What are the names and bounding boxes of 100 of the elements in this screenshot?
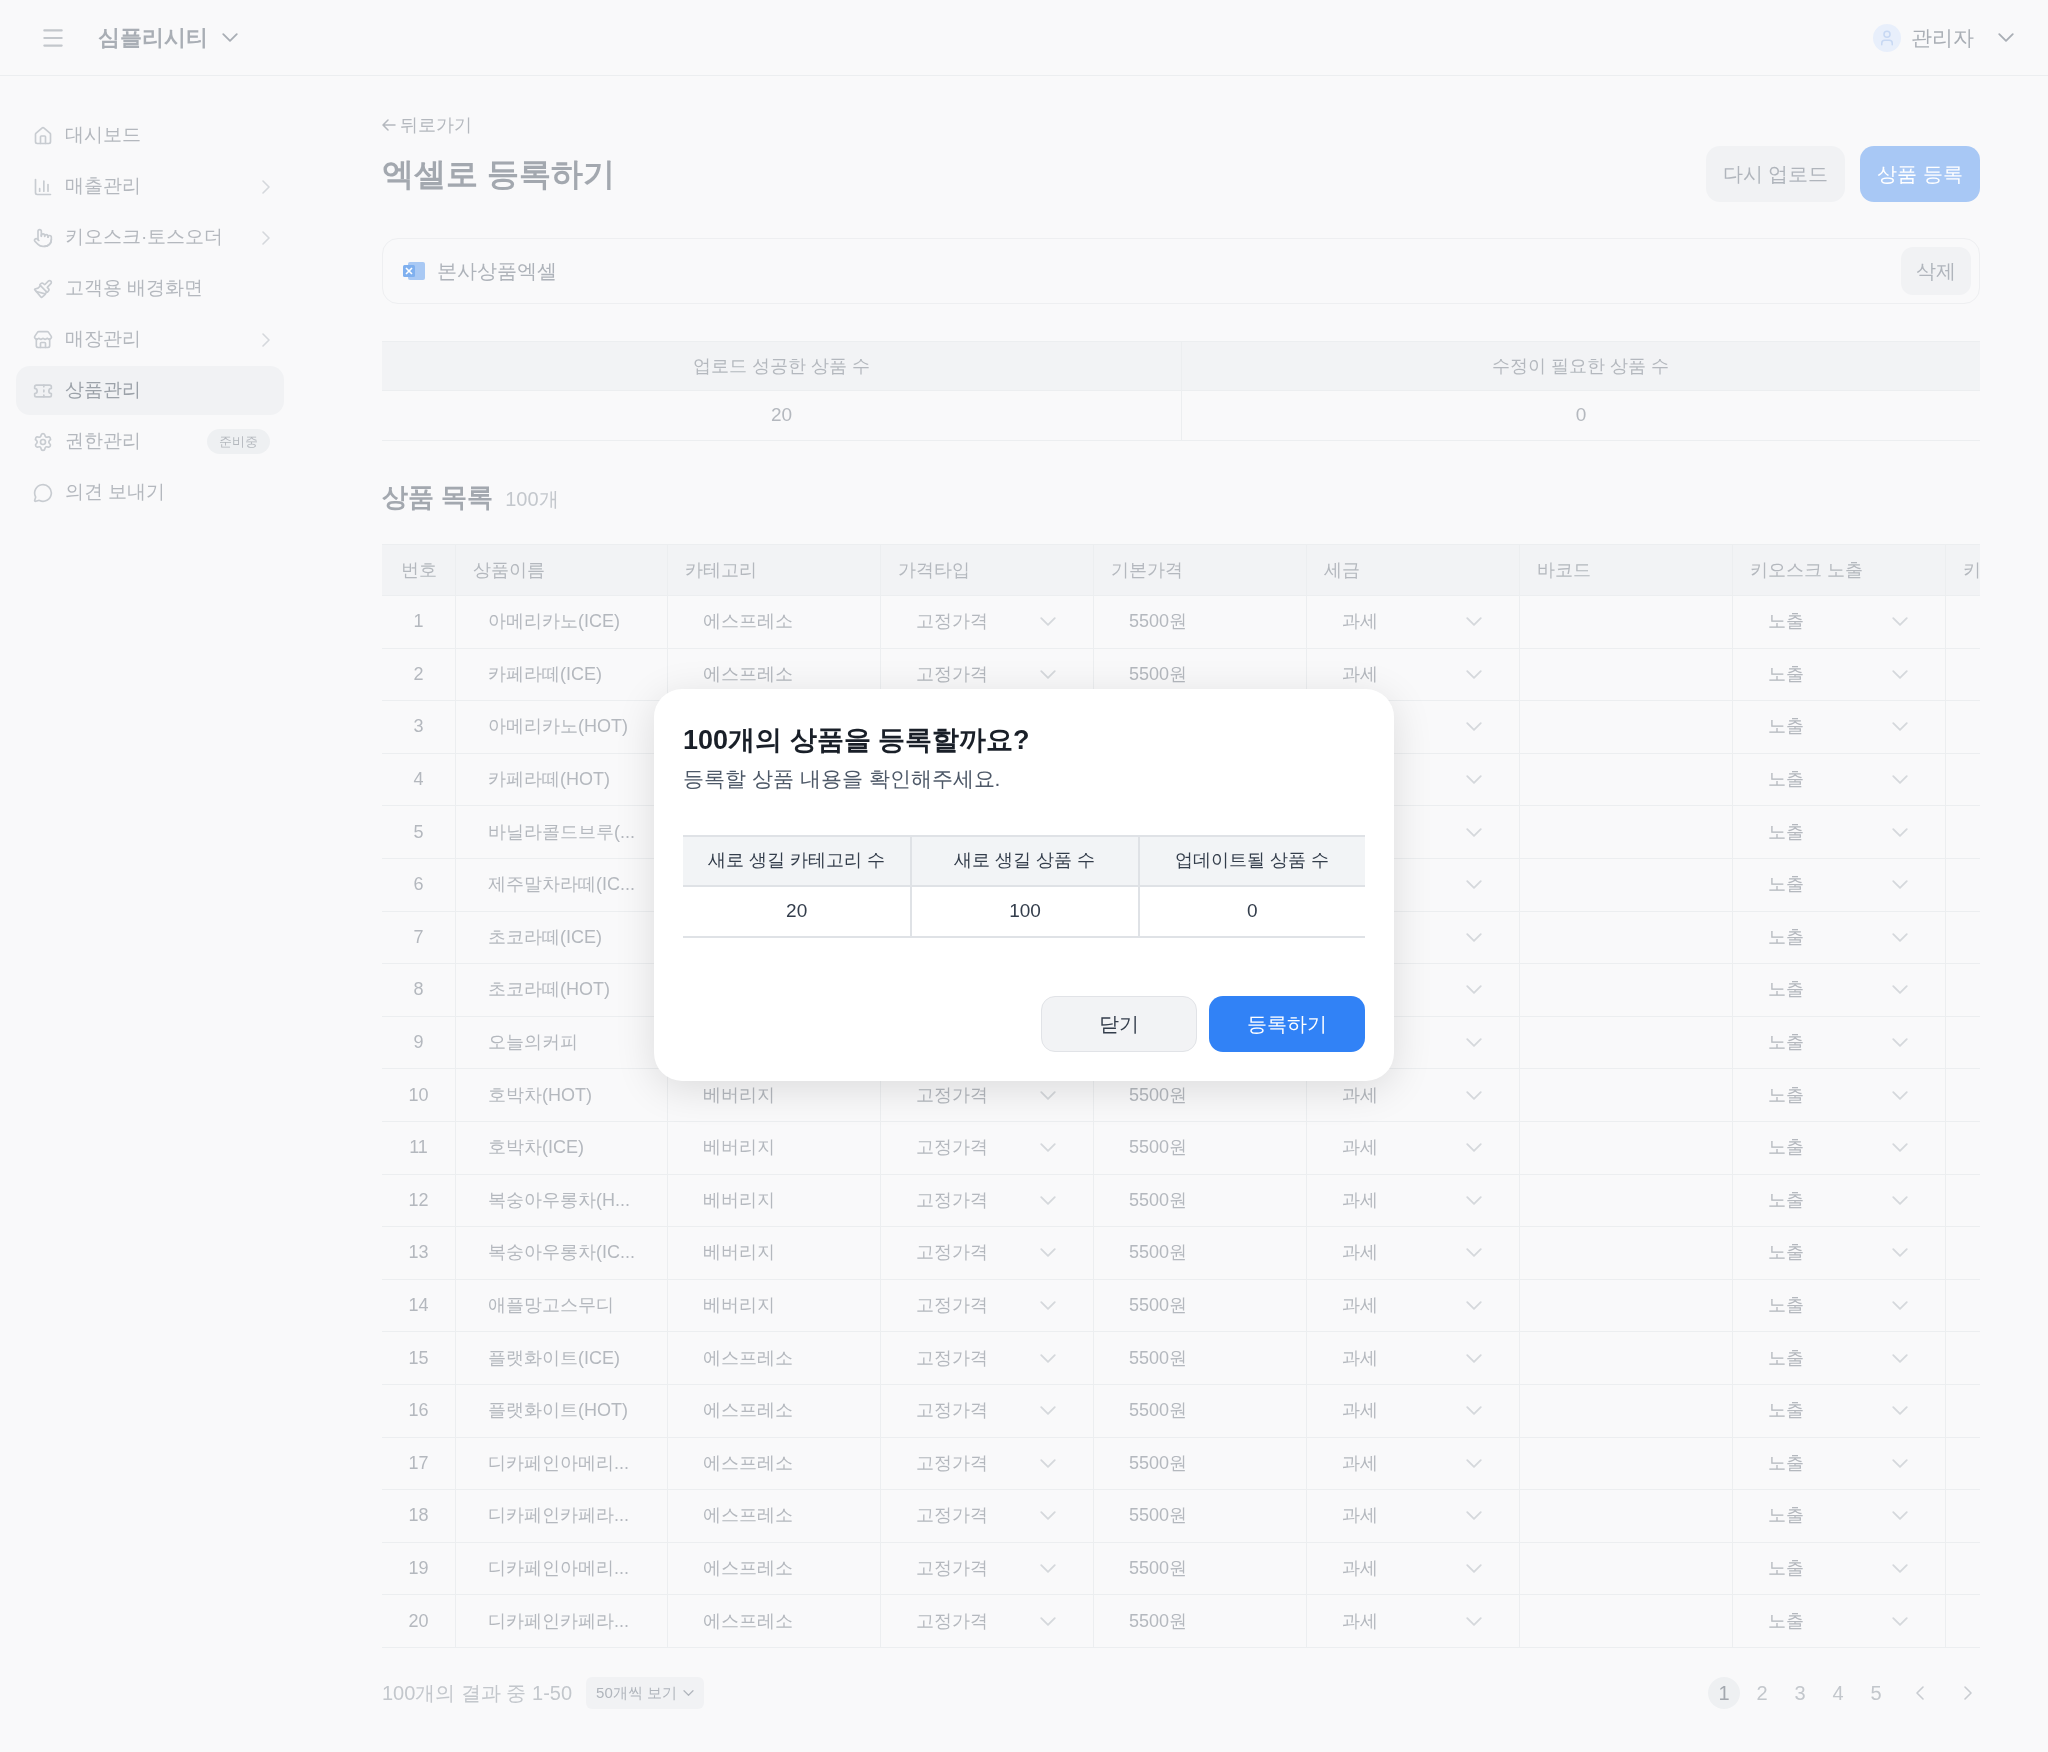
column-header: 키오스크 노출 (1732, 545, 1945, 595)
price-type-dropdown[interactable]: 고정가격 (880, 1279, 1093, 1332)
kiosk-dropdown[interactable]: 노출 (1732, 1174, 1945, 1227)
price-cell: 5500원 (1093, 1490, 1306, 1542)
kiosk-dropdown[interactable]: 노출 (1732, 1279, 1945, 1332)
kiosk-dropdown[interactable]: 노출 (1732, 1016, 1945, 1069)
chevron-down-icon (1892, 1458, 1908, 1468)
sidebar-item[interactable]: 의견 보내기 (16, 468, 284, 517)
kiosk-dropdown[interactable]: 노출 (1732, 1069, 1945, 1121)
price-type-dropdown[interactable]: 고정가격 (880, 1595, 1093, 1647)
category-cell: 에스프레소 (667, 1595, 880, 1647)
next-page-icon[interactable] (1964, 1685, 1972, 1700)
kiosk-dropdown[interactable]: 노출 (1732, 858, 1945, 911)
pointer-hand-icon (33, 227, 53, 248)
sidebar-item[interactable]: 매장관리 (16, 315, 284, 364)
price-type-dropdown[interactable]: 고정가격 (880, 1437, 1093, 1490)
price-type-dropdown[interactable]: 고정가격 (880, 1384, 1093, 1437)
price-type-dropdown[interactable]: 고정가격 (880, 1174, 1093, 1227)
chevron-down-icon (1466, 775, 1482, 785)
tax-dropdown[interactable]: 과세 (1306, 1121, 1519, 1174)
product-name-cell: 애플망고스무디 (455, 1279, 667, 1332)
kiosk-dropdown[interactable]: 노출 (1732, 806, 1945, 858)
chevron-down-icon (1040, 1458, 1056, 1468)
kiosk-dropdown[interactable]: 노출 (1732, 1332, 1945, 1384)
kiosk-dropdown[interactable]: 노출 (1732, 964, 1945, 1016)
previous-page-icon[interactable] (1916, 1685, 1924, 1700)
price-cell: 5500원 (1093, 1121, 1306, 1174)
close-button[interactable]: 닫기 (1041, 996, 1197, 1052)
price-type-dropdown[interactable]: 고정가격 (880, 1332, 1093, 1384)
status-badge: 준비중 (207, 428, 270, 455)
store-icon (33, 329, 53, 350)
kiosk-dropdown[interactable]: 노출 (1732, 1437, 1945, 1490)
row-number: 12 (407, 1188, 430, 1212)
delete-button[interactable]: 삭제 (1901, 247, 1971, 295)
kiosk-dropdown[interactable]: 노출 (1732, 1384, 1945, 1437)
kiosk-dropdown[interactable]: 노출 (1732, 1227, 1945, 1279)
sidebar-item[interactable]: 매출관리 (16, 162, 284, 211)
kiosk-dropdown[interactable]: 노출 (1732, 911, 1945, 964)
row-number: 1 (412, 610, 425, 634)
tax-dropdown[interactable]: 과세 (1306, 1332, 1519, 1384)
tax-dropdown[interactable]: 과세 (1306, 1279, 1519, 1332)
kiosk-dropdown[interactable]: 노출 (1732, 596, 1945, 648)
row-number: 14 (407, 1294, 430, 1317)
price-type-dropdown[interactable]: 고정가격 (880, 1542, 1093, 1595)
chevron-down-icon (1040, 1090, 1056, 1100)
tax-dropdown[interactable]: 과세 (1306, 1595, 1519, 1647)
tax-dropdown[interactable]: 과세 (1306, 1174, 1519, 1227)
reupload-button[interactable]: 다시 업로드 (1705, 146, 1846, 202)
kiosk-dropdown[interactable]: 노출 (1732, 1595, 1945, 1647)
price-cell: 5500원 (1093, 1437, 1306, 1490)
kiosk-dropdown[interactable]: 노출 (1732, 648, 1945, 701)
tax-dropdown[interactable]: 과세 (1306, 1437, 1519, 1490)
register-button[interactable]: 상품 등록 (1860, 146, 1980, 202)
brand-selector[interactable]: 심플리시티 (98, 21, 238, 54)
tax-dropdown[interactable]: 과세 (1306, 1384, 1519, 1437)
tax-dropdown[interactable]: 과세 (1306, 596, 1519, 648)
kiosk-dropdown[interactable]: 노출 (1732, 753, 1945, 806)
category-cell: 에스프레소 (667, 596, 880, 648)
price-type-dropdown[interactable]: 고정가격 (880, 1490, 1093, 1542)
sidebar-item[interactable]: 상품관리 (16, 366, 284, 415)
confirm-button[interactable]: 등록하기 (1209, 996, 1365, 1052)
chevron-down-icon (1466, 1301, 1482, 1310)
column-header: 키 (1945, 545, 1980, 595)
tax-dropdown[interactable]: 과세 (1306, 1542, 1519, 1595)
user-menu[interactable]: 관리자 (1873, 21, 2014, 54)
chevron-down-icon (1040, 1301, 1056, 1310)
kiosk-dropdown[interactable]: 노출 (1732, 701, 1945, 753)
price-type-dropdown[interactable]: 고정가격 (880, 1227, 1093, 1279)
price-type-dropdown[interactable]: 고정가격 (880, 1121, 1093, 1174)
section-title: 상품 목록 (382, 481, 494, 513)
chevron-down-icon (1892, 1616, 1908, 1626)
sidebar-item[interactable]: 권한관리 준비중 (16, 417, 284, 466)
price-type-dropdown[interactable]: 고정가격 (880, 596, 1093, 648)
chevron-down-icon (1040, 1195, 1056, 1205)
row-number: 10 (407, 1083, 430, 1107)
tax-dropdown[interactable]: 과세 (1306, 1490, 1519, 1542)
chevron-down-icon (1466, 669, 1482, 679)
chevron-down-icon (1466, 722, 1482, 732)
chevron-down-icon (1040, 1248, 1056, 1258)
chevron-down-icon (1466, 1090, 1482, 1100)
kiosk-dropdown[interactable]: 노출 (1732, 1121, 1945, 1174)
sidebar-item[interactable]: 키오스크·토스오더 (16, 213, 284, 262)
column-header: 번호 (399, 558, 438, 582)
page-button[interactable]: 1 (1708, 1676, 1740, 1709)
page-size-dropdown[interactable]: 50개씩 보기 (586, 1676, 704, 1709)
sidebar-item[interactable]: 대시보드 (16, 111, 284, 160)
kiosk-dropdown[interactable]: 노출 (1732, 1542, 1945, 1595)
chevron-down-icon (1040, 1511, 1056, 1521)
chevron-down-icon (1892, 1511, 1908, 1521)
chevron-down-icon (1040, 1616, 1056, 1626)
chevron-down-icon (1892, 1564, 1908, 1573)
tax-dropdown[interactable]: 과세 (1306, 1227, 1519, 1279)
row-number: 13 (407, 1241, 430, 1265)
back-link[interactable]: 뒤로가기 (382, 113, 472, 137)
kiosk-dropdown[interactable]: 노출 (1732, 1490, 1945, 1542)
dialog-title: 100개의 상품을 등록할까요? (683, 724, 1031, 757)
column-header: 기본가격 (1093, 545, 1306, 595)
row-number: 15 (407, 1346, 430, 1370)
price-cell: 5500원 (1093, 1332, 1306, 1384)
sidebar-item[interactable]: 고객용 배경화면 (16, 264, 284, 313)
